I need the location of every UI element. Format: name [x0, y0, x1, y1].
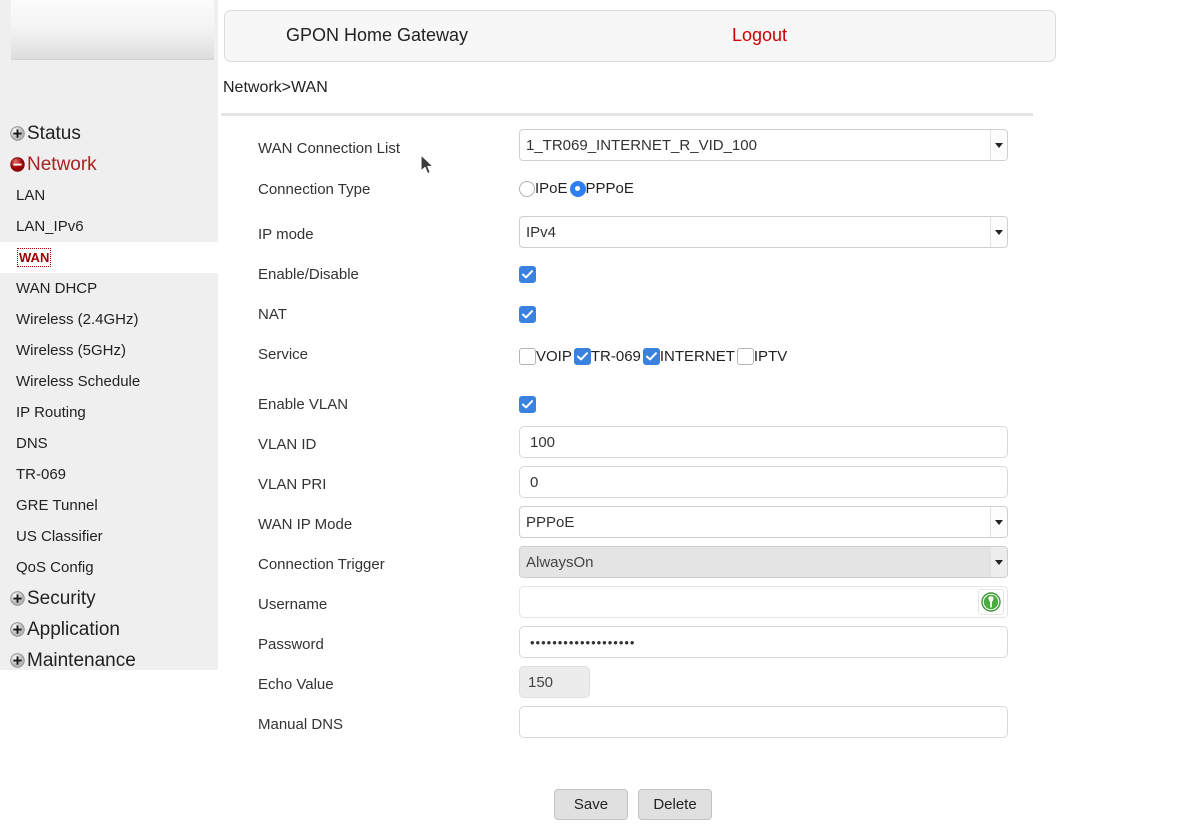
row-connection-type: Connection Type IPoE PPPoE [0, 168, 1185, 213]
vlan-pri-input[interactable] [519, 466, 1008, 498]
wan-ip-mode-label: WAN IP Mode [258, 516, 353, 533]
echo-value-label: Echo Value [258, 676, 334, 693]
ip-mode-label: IP mode [258, 226, 314, 243]
row-manual-dns: Manual DNS [0, 703, 1185, 743]
checkbox-enable-vlan[interactable] [519, 396, 536, 414]
row-ip-mode: IP mode IPv4 [0, 213, 1185, 253]
header-divider [221, 113, 1033, 116]
wan-config-form: WAN Connection List 1_TR069_INTERNET_R_V… [0, 128, 1185, 743]
row-username: Username [0, 583, 1185, 623]
connection-trigger-select[interactable]: AlwaysOn [519, 546, 1008, 578]
enable-vlan-label: Enable VLAN [258, 396, 349, 413]
vlan-id-label: VLAN ID [258, 436, 317, 453]
checkbox-internet-label: INTERNET [659, 348, 735, 365]
checkbox-enable-disable[interactable] [519, 266, 536, 284]
connection-trigger-label: Connection Trigger [258, 556, 385, 573]
row-service: Service VOIP TR-069 INTERNET IPTV [0, 333, 1185, 383]
row-nat: NAT [0, 293, 1185, 333]
checkbox-tr069[interactable] [573, 348, 591, 365]
row-enable-vlan: Enable VLAN [0, 383, 1185, 423]
row-wan-ip-mode: WAN IP Mode PPPoE [0, 503, 1185, 543]
radio-ipoe[interactable] [519, 180, 535, 197]
echo-value-input[interactable] [519, 666, 590, 698]
row-vlan-id: VLAN ID [0, 423, 1185, 463]
radio-ipoe-label: IPoE [535, 180, 568, 197]
service-option-iptv[interactable]: IPTV [736, 348, 789, 365]
connection-type-option-ipoe[interactable]: IPoE [519, 180, 570, 197]
password-input[interactable] [519, 626, 1008, 658]
connection-type-option-pppoe[interactable]: PPPoE [569, 180, 636, 197]
wan-ip-mode-select[interactable]: PPPoE [519, 506, 1008, 538]
logo-panel [11, 0, 214, 60]
breadcrumb: Network>WAN [223, 79, 328, 96]
username-input[interactable] [519, 586, 1008, 618]
logout-link[interactable]: Logout [732, 25, 787, 46]
row-connection-trigger: Connection Trigger AlwaysOn [0, 543, 1185, 583]
router-admin-page: Status Network LAN LAN_IPv6 WAN WAN DHCP… [0, 0, 1185, 837]
manual-dns-label: Manual DNS [258, 716, 344, 733]
ip-mode-select[interactable]: IPv4 [519, 216, 1008, 248]
row-password: Password [0, 623, 1185, 663]
service-label: Service [258, 346, 309, 363]
save-button[interactable]: Save [554, 789, 628, 820]
connection-type-label: Connection Type [258, 181, 371, 198]
vlan-id-input[interactable] [519, 426, 1008, 458]
header-bar: GPON Home Gateway Logout [224, 10, 1056, 62]
wan-connection-list-label: WAN Connection List [258, 140, 401, 157]
service-option-voip[interactable]: VOIP [519, 348, 574, 365]
checkbox-iptv-label: IPTV [753, 348, 788, 365]
radio-pppoe[interactable] [569, 180, 586, 197]
manual-dns-input[interactable] [519, 706, 1008, 738]
enable-disable-label: Enable/Disable [258, 266, 359, 283]
checkbox-iptv[interactable] [736, 348, 754, 365]
password-manager-icon[interactable] [978, 589, 1004, 615]
password-label: Password [258, 636, 324, 653]
checkbox-tr069-label: TR-069 [590, 348, 641, 365]
service-option-internet[interactable]: INTERNET [642, 348, 737, 365]
ip-mode-select-wrap[interactable]: IPv4 [519, 216, 1008, 248]
row-wan-connection-list: WAN Connection List 1_TR069_INTERNET_R_V… [0, 128, 1185, 168]
service-option-tr069[interactable]: TR-069 [573, 348, 643, 365]
delete-button[interactable]: Delete [638, 789, 712, 820]
form-actions: Save Delete [0, 789, 1185, 820]
row-echo-value: Echo Value [0, 663, 1185, 703]
page-title: GPON Home Gateway [286, 25, 469, 45]
vlan-pri-label: VLAN PRI [258, 476, 327, 493]
checkbox-internet[interactable] [642, 348, 660, 365]
checkbox-nat[interactable] [519, 306, 536, 324]
connection-trigger-select-wrap[interactable]: AlwaysOn [519, 546, 1008, 578]
row-vlan-pri: VLAN PRI [0, 463, 1185, 503]
wan-connection-list-select-wrap[interactable]: 1_TR069_INTERNET_R_VID_100 [519, 129, 1008, 161]
checkbox-voip-label: VOIP [536, 348, 572, 365]
radio-pppoe-label: PPPoE [585, 180, 634, 197]
checkbox-voip[interactable] [519, 348, 536, 365]
wan-connection-list-select[interactable]: 1_TR069_INTERNET_R_VID_100 [519, 129, 1008, 161]
nat-label: NAT [258, 306, 287, 323]
username-label: Username [258, 596, 328, 613]
wan-ip-mode-select-wrap[interactable]: PPPoE [519, 506, 1008, 538]
row-enable-disable: Enable/Disable [0, 253, 1185, 293]
username-field-wrap [519, 586, 1008, 618]
